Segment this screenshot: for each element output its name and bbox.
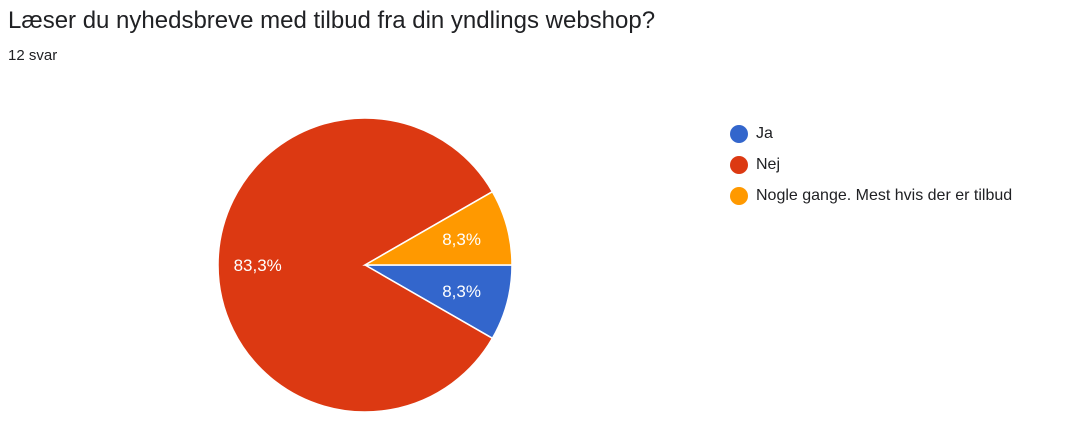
legend-swatch-2 — [730, 155, 748, 174]
chart-legend: Ja Nej Nogle gange. Mest hvis der er tilbu… — [730, 118, 1080, 211]
legend-item-2[interactable]: Nej — [730, 149, 1080, 180]
pie-chart: 8,3% 83,3% 8,3% — [217, 117, 513, 413]
legend-swatch-3 — [730, 186, 748, 205]
slice-label-3: 8,3% — [442, 230, 481, 249]
slice-label-1: 8,3% — [442, 282, 481, 301]
legend-item-3[interactable]: Nogle gange. Mest hvis der er tilbud — [730, 180, 1080, 211]
legend-label-1: Ja — [756, 124, 773, 142]
legend-item-1[interactable]: Ja — [730, 118, 1080, 149]
legend-label-3: Nogle gange. Mest hvis der er tilbud — [756, 186, 1013, 204]
legend-swatch-1 — [730, 124, 748, 143]
legend-label-2: Nej — [756, 155, 781, 173]
slice-label-2: 83,3% — [234, 256, 282, 275]
